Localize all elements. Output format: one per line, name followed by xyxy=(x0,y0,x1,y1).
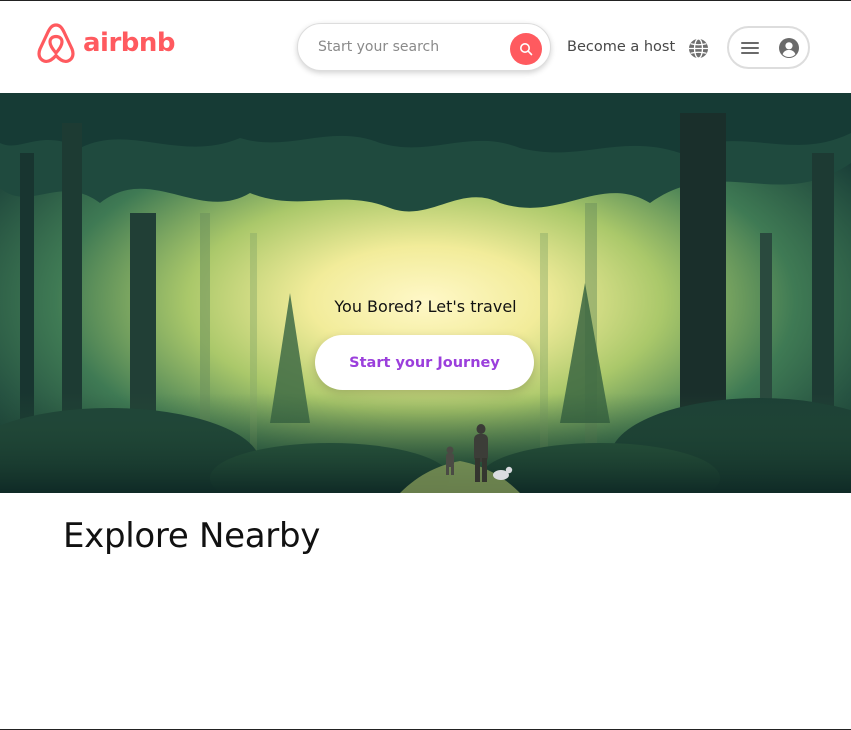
start-journey-button[interactable]: Start your Journey xyxy=(315,335,534,390)
header: airbnb Become a host xyxy=(0,1,851,93)
hamburger-icon xyxy=(741,42,759,54)
search-bar xyxy=(297,23,551,71)
hero-tagline: You Bored? Let's travel xyxy=(334,297,517,316)
airbnb-logo[interactable]: airbnb xyxy=(36,21,176,65)
logo-wordmark: airbnb xyxy=(83,28,176,58)
search-button[interactable] xyxy=(510,33,542,65)
search-icon xyxy=(520,43,533,56)
user-circle-icon xyxy=(779,38,799,58)
explore-nearby-heading: Explore Nearby xyxy=(63,516,321,556)
user-menu-button[interactable] xyxy=(727,26,810,69)
hero-forest-image xyxy=(0,93,851,493)
page: airbnb Become a host xyxy=(0,0,851,730)
globe-icon[interactable] xyxy=(688,38,709,59)
become-host-link[interactable]: Become a host xyxy=(567,39,675,55)
search-input[interactable] xyxy=(318,39,503,55)
hero-banner: You Bored? Let's travel Start your Journ… xyxy=(0,93,851,493)
airbnb-belo-icon xyxy=(37,23,75,64)
